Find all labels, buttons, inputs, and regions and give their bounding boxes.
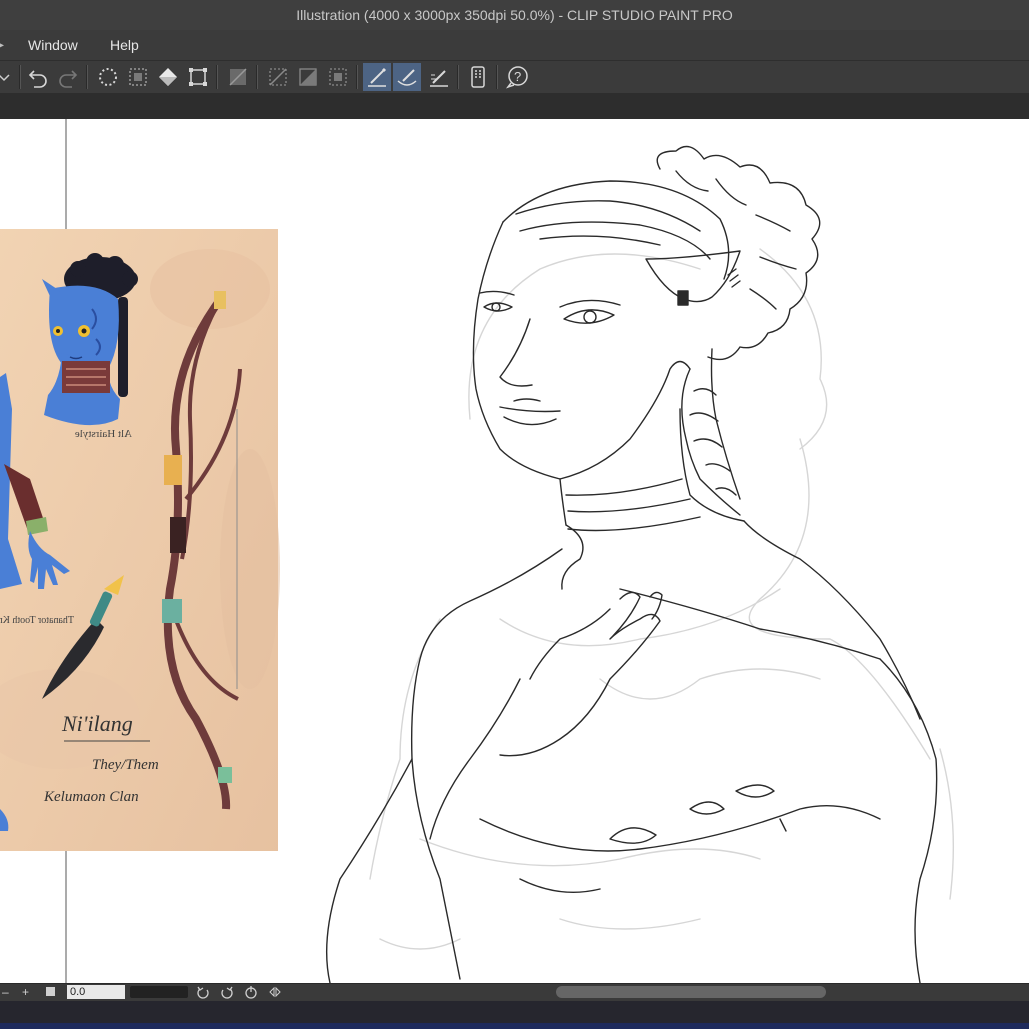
fill-selection-icon[interactable] (294, 63, 322, 91)
knife-note: Thanator Tooth Knife (0, 615, 74, 626)
character-clan: Kelumaon Clan (43, 789, 139, 805)
undo-icon[interactable] (24, 63, 52, 91)
toolbar-separator (356, 65, 358, 89)
convert-icon[interactable] (324, 63, 352, 91)
clear-outside-icon[interactable] (264, 63, 292, 91)
clear-icon[interactable] (224, 63, 252, 91)
navigator-bar: – + 0.0 (0, 983, 1029, 1002)
toolbar-separator (19, 65, 21, 89)
reference-image[interactable]: Alt Hairstyle Thanator Tooth Knife (0, 229, 280, 851)
transform-icon[interactable] (184, 63, 212, 91)
flip-horizontal-icon[interactable] (268, 985, 282, 1002)
zoom-in-button[interactable]: + (22, 985, 29, 999)
menu-window[interactable]: Window (28, 37, 78, 53)
help-icon[interactable]: ? (504, 63, 532, 91)
canvas-svg: Alt Hairstyle Thanator Tooth Knife (0, 119, 955, 983)
svg-text:?: ? (514, 69, 521, 84)
window-title: Illustration (4000 x 3000px 350dpi 50.0%… (296, 7, 733, 23)
snap-grid-icon[interactable] (425, 63, 453, 91)
canvas-tab-strip (0, 93, 1029, 119)
canvas-area[interactable]: Alt Hairstyle Thanator Tooth Knife (0, 119, 1029, 983)
dropdown-arrow-icon[interactable] (0, 63, 18, 91)
toolbar-separator (256, 65, 258, 89)
toolbar-separator (216, 65, 218, 89)
rotation-value-field[interactable]: 0.0 (67, 985, 125, 999)
snap-special-ruler-icon[interactable] (393, 63, 421, 91)
toolbar-separator (86, 65, 88, 89)
rotation-slider[interactable] (130, 986, 188, 998)
character-name: Ni'ilang (61, 711, 133, 736)
fit-icon[interactable] (46, 987, 55, 996)
toolbar-separator (457, 65, 459, 89)
fill-icon[interactable] (154, 63, 182, 91)
rotate-right-icon[interactable] (220, 985, 234, 1002)
character-pronouns: They/Them (92, 757, 159, 773)
alt-hairstyle-note: Alt Hairstyle (75, 428, 132, 440)
menu-edge-icon[interactable]: ▸ (0, 36, 4, 53)
title-bar: Illustration (4000 x 3000px 350dpi 50.0%… (0, 0, 1029, 30)
zoom-out-button[interactable]: – (2, 985, 9, 999)
os-taskbar (0, 1001, 1029, 1029)
line-sketch (325, 145, 955, 983)
deselect-icon[interactable] (94, 63, 122, 91)
rotate-left-icon[interactable] (196, 985, 210, 1002)
taskbar-accent-strip (0, 1023, 1029, 1029)
horizontal-scrollbar-thumb[interactable] (556, 986, 826, 998)
snap-ruler-icon[interactable] (363, 63, 391, 91)
menu-bar: ▸ Window Help (0, 30, 1029, 60)
menu-help[interactable]: Help (110, 37, 139, 53)
command-bar: ? (0, 60, 1029, 93)
select-all-icon[interactable] (124, 63, 152, 91)
device-icon[interactable] (464, 63, 492, 91)
reset-rotation-icon[interactable] (244, 985, 258, 1002)
toolbar-separator (496, 65, 498, 89)
redo-icon[interactable] (54, 63, 82, 91)
